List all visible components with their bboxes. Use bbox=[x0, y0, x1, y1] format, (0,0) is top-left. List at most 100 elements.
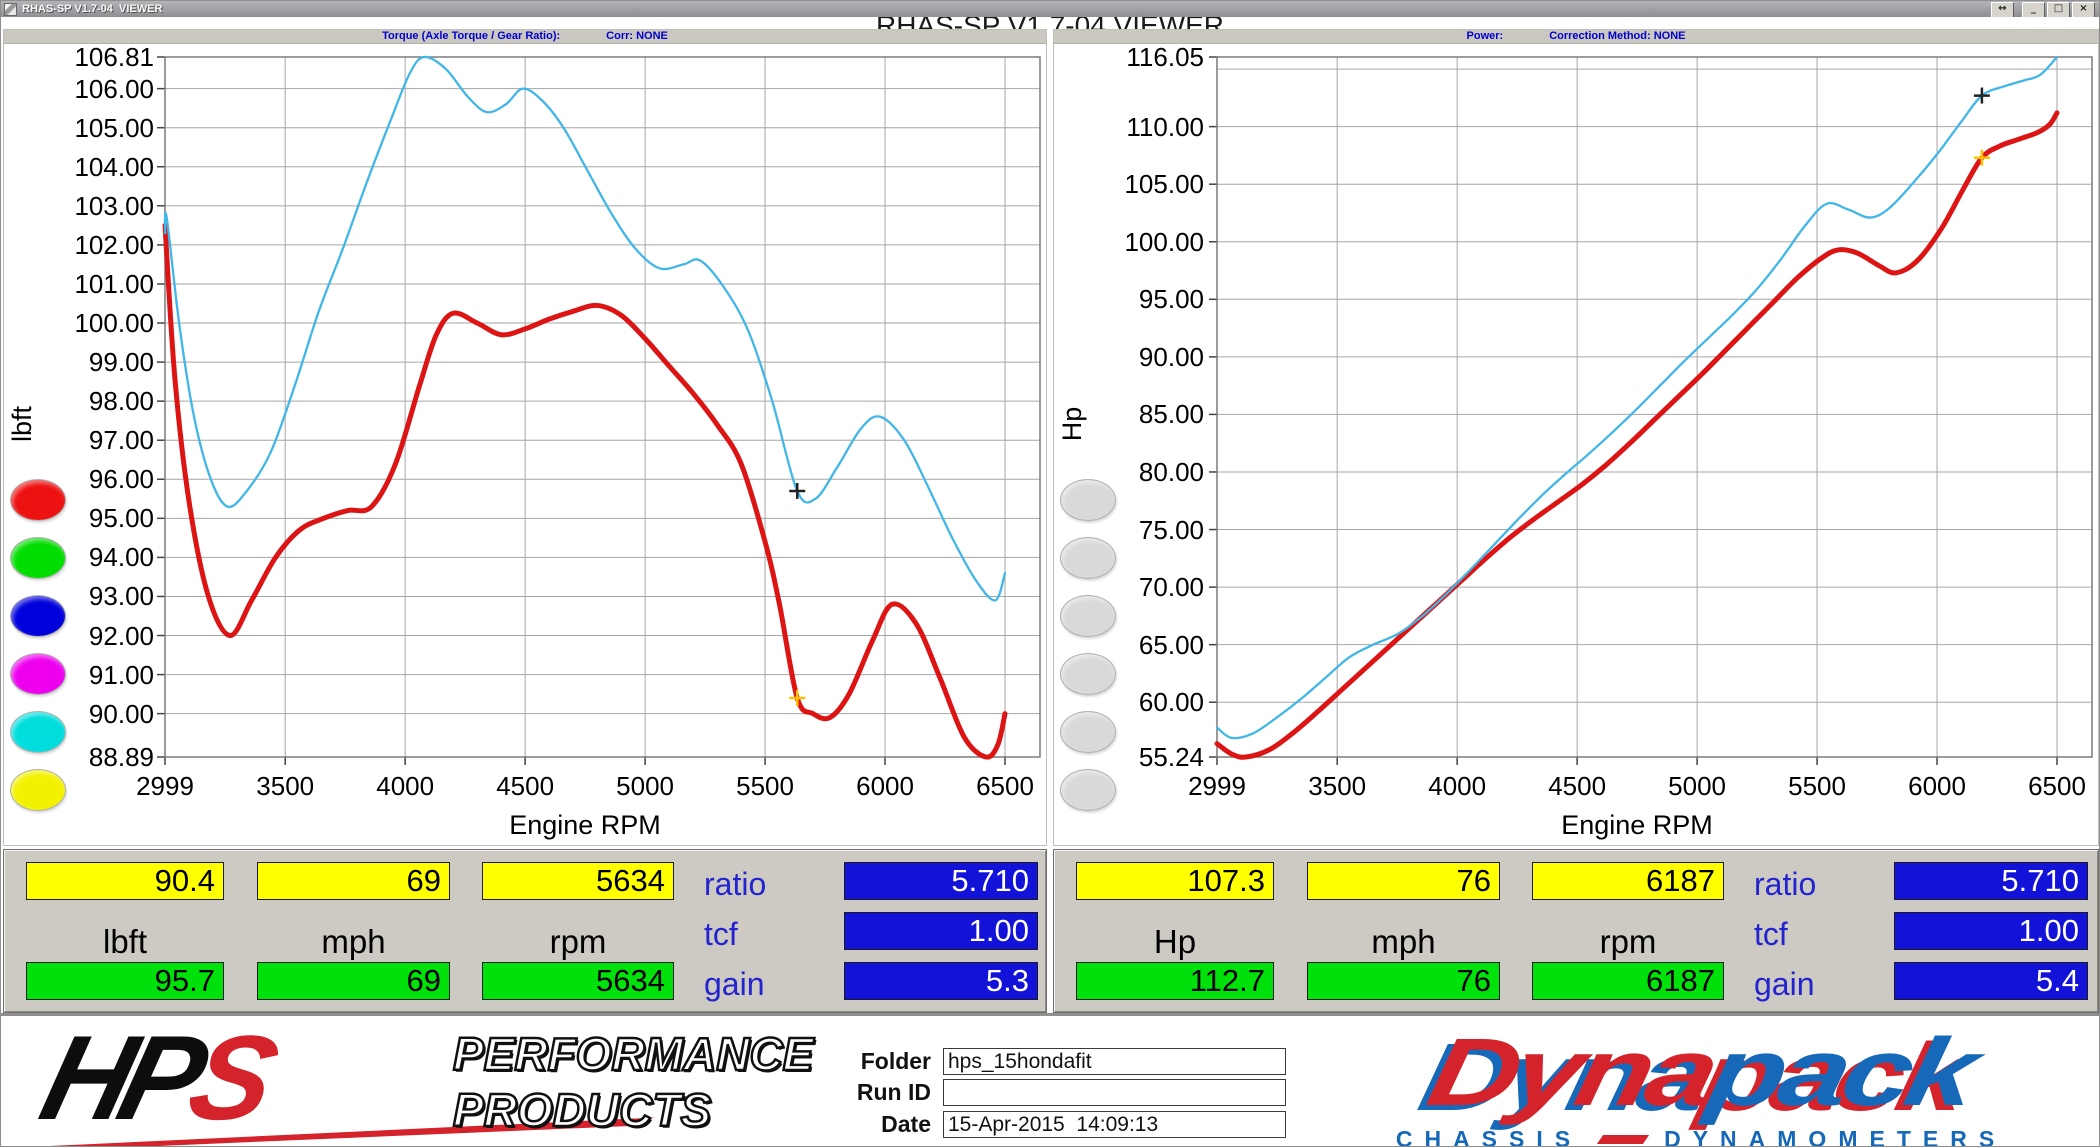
legend-ellipse[interactable] bbox=[10, 595, 66, 637]
x-tick-label: 4500 bbox=[465, 771, 585, 801]
page-title: RHAS-SP V1.7-04 VIEWER bbox=[1, 17, 2099, 29]
power-corr-label: Correction Method: NONE bbox=[1549, 30, 1685, 43]
x-tick-label: 4000 bbox=[345, 771, 465, 801]
legend-ellipse[interactable] bbox=[10, 479, 66, 521]
y-tick-label: 95.00 bbox=[1054, 284, 1204, 314]
torque-chart-title: Torque (Axle Torque / Gear Ratio): bbox=[382, 30, 560, 43]
minimize-button[interactable]: _ bbox=[2022, 2, 2045, 18]
x-tick-label: 6000 bbox=[825, 771, 945, 801]
restore-button[interactable]: □ bbox=[2047, 2, 2070, 18]
x-tick-label: 6000 bbox=[1877, 771, 1997, 801]
y-tick-label: 104.00 bbox=[4, 152, 154, 182]
y-tick-label: 102.00 bbox=[4, 230, 154, 260]
x-tick-label: 6500 bbox=[945, 771, 1065, 801]
hps-performance-text: PERFORMANCE bbox=[453, 1030, 813, 1078]
power-plot[interactable] bbox=[1217, 57, 2092, 757]
y-tick-label: 103.00 bbox=[4, 191, 154, 221]
dynapack-logo-pack: pack bbox=[1700, 1019, 1982, 1126]
y-tick-label: 98.00 bbox=[4, 386, 154, 416]
torque-chart-panel: Torque (Axle Torque / Gear Ratio): Corr:… bbox=[3, 29, 1047, 846]
date-label: Date bbox=[791, 1111, 931, 1138]
x-tick-label: 5000 bbox=[585, 771, 705, 801]
rpm-label: rpm bbox=[482, 924, 674, 960]
gain-label: gain bbox=[1754, 966, 1872, 1002]
legend-ellipse[interactable] bbox=[10, 537, 66, 579]
compare-speed-value: 76 bbox=[1307, 962, 1500, 1000]
cursor-speed-value: 69 bbox=[257, 862, 450, 900]
compare-power-value: 112.7 bbox=[1076, 962, 1274, 1000]
cursor-rpm-value: 6187 bbox=[1532, 862, 1724, 900]
dynapack-logo-dyna: Dyna bbox=[1420, 1019, 1723, 1126]
cursor-speed-value: 76 bbox=[1307, 862, 1500, 900]
x-tick-label: 4500 bbox=[1517, 771, 1637, 801]
legend-ellipse[interactable] bbox=[10, 769, 66, 811]
x-tick-label: 2999 bbox=[1157, 771, 1277, 801]
y-tick-label: 97.00 bbox=[4, 425, 154, 455]
dynapack-dash bbox=[1597, 1135, 1649, 1144]
compare-rpm-value: 5634 bbox=[482, 962, 674, 1000]
footer-bar: HPS PERFORMANCE PRODUCTS Folder Run ID D… bbox=[1, 1013, 2099, 1147]
tcf-label: tcf bbox=[704, 916, 822, 952]
cursor-rpm-value: 5634 bbox=[482, 862, 674, 900]
torque-cyan-run bbox=[165, 57, 1005, 601]
x-tick-label: 6500 bbox=[1997, 771, 2100, 801]
dynapack-dynamometers-text: DYNAMOMETERS bbox=[1664, 1126, 2006, 1147]
y-tick-label: 106.00 bbox=[4, 74, 154, 104]
folder-label: Folder bbox=[791, 1048, 931, 1075]
tcf-label: tcf bbox=[1754, 916, 1872, 952]
resize-button[interactable]: ↔ bbox=[1991, 2, 2014, 18]
run-id-input[interactable] bbox=[943, 1079, 1286, 1106]
gain-value: 5.4 bbox=[1894, 962, 2088, 1000]
y-tick-label: 105.00 bbox=[1054, 169, 1204, 199]
power-readout-panel: 107.3 76 6187 Hp mph rpm 112.7 76 6187 r… bbox=[1053, 849, 2099, 1013]
legend-ellipse[interactable] bbox=[1060, 653, 1116, 695]
legend-ellipse[interactable] bbox=[1060, 711, 1116, 753]
ratio-label: ratio bbox=[704, 866, 822, 902]
torque-x-axis-title: Engine RPM bbox=[435, 809, 735, 841]
page-title-clip: RHAS-SP V1.7-04 VIEWER bbox=[1, 17, 2099, 29]
folder-input[interactable] bbox=[943, 1048, 1286, 1075]
app-icon bbox=[4, 3, 17, 16]
y-tick-label: 110.00 bbox=[1054, 112, 1204, 142]
power-x-axis-title: Engine RPM bbox=[1487, 809, 1787, 841]
tcf-value: 1.00 bbox=[844, 912, 1038, 950]
ratio-value: 5.710 bbox=[844, 862, 1038, 900]
legend-ellipse[interactable] bbox=[1060, 595, 1116, 637]
x-tick-label: 5500 bbox=[705, 771, 825, 801]
compare-speed-value: 69 bbox=[257, 962, 450, 1000]
rpm-label: rpm bbox=[1532, 924, 1724, 960]
unit-label: Hp bbox=[1076, 924, 1274, 960]
y-tick-label: 116.05 bbox=[1054, 42, 1204, 72]
x-tick-label: 3500 bbox=[225, 771, 345, 801]
close-button[interactable]: × bbox=[2072, 2, 2095, 18]
torque-plot[interactable] bbox=[165, 57, 1040, 757]
gain-value: 5.3 bbox=[844, 962, 1038, 1000]
y-tick-label: 100.00 bbox=[4, 308, 154, 338]
unit-label: lbft bbox=[26, 924, 224, 960]
compare-torque-value: 95.7 bbox=[26, 962, 224, 1000]
date-input[interactable] bbox=[943, 1111, 1286, 1138]
x-tick-label: 3500 bbox=[1277, 771, 1397, 801]
window-title: RHAS-SP V1.7-04 VIEWER bbox=[22, 1, 162, 17]
run-id-label: Run ID bbox=[791, 1079, 931, 1106]
legend-ellipse[interactable] bbox=[1060, 769, 1116, 811]
legend-ellipse[interactable] bbox=[1060, 479, 1116, 521]
legend-ellipse[interactable] bbox=[1060, 537, 1116, 579]
hps-products-text: PRODUCTS bbox=[453, 1086, 711, 1134]
x-tick-label: 5500 bbox=[1757, 771, 1877, 801]
torque-red-run bbox=[165, 225, 1005, 757]
legend-ellipse[interactable] bbox=[10, 653, 66, 695]
hps-logo: HPS bbox=[46, 1018, 264, 1143]
legend-ellipse[interactable] bbox=[10, 711, 66, 753]
y-tick-label: 105.00 bbox=[4, 113, 154, 143]
y-tick-label: 85.00 bbox=[1054, 399, 1204, 429]
ratio-label: ratio bbox=[1754, 866, 1872, 902]
y-tick-label: 101.00 bbox=[4, 269, 154, 299]
power-cyan-run bbox=[1217, 57, 2057, 738]
speed-label: mph bbox=[257, 924, 450, 960]
y-tick-label: 90.00 bbox=[1054, 342, 1204, 372]
power-chart-title: Power: bbox=[1467, 30, 1504, 43]
speed-label: mph bbox=[1307, 924, 1500, 960]
y-tick-label: 106.81 bbox=[4, 42, 154, 72]
x-tick-label: 5000 bbox=[1637, 771, 1757, 801]
